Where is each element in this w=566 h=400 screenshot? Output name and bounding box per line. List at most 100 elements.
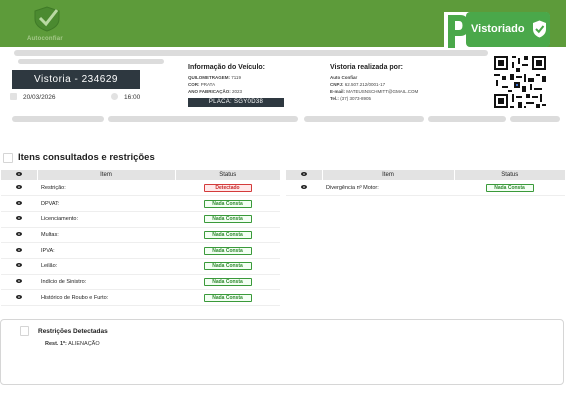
status-cell: Nada Consta (175, 258, 280, 275)
status-cell: Nada Consta (175, 289, 280, 306)
eye-icon[interactable] (16, 184, 22, 189)
decor-stripe (14, 50, 488, 56)
view-cell (1, 211, 37, 228)
item-cell: Multas: (37, 227, 175, 244)
restriction-line: Rest. 1º: ALIENAÇÃO (45, 341, 100, 347)
table-row: Restrição: Detectado (1, 180, 280, 197)
table-row: Licenciamento: Nada Consta (1, 211, 280, 228)
restrictions-panel: Restrições Detectadas Rest. 1º: ALIENAÇÃ… (0, 319, 564, 385)
status-badge: Nada Consta (203, 262, 252, 271)
badge-label: Vistoriado (471, 23, 525, 35)
item-cell: Indício de Sinistro: (37, 274, 175, 291)
status-badge: Nada Consta (203, 230, 252, 239)
vehicle-year: ANO FABRICAÇÃO: 2023 (188, 89, 243, 94)
view-cell (1, 242, 37, 259)
eye-header (1, 170, 37, 180)
table-header-row: Item Status (286, 170, 565, 180)
status-badge: Nada Consta (203, 277, 252, 286)
items-table-right: Item Status Divergência nº Motor: Nada Co… (286, 170, 565, 197)
vistoria-time-row: 16:00 (111, 93, 140, 101)
qr-code[interactable] (492, 54, 548, 110)
shield-check-icon (533, 20, 546, 38)
header-bar: Autoconfiar Vistoriado (0, 0, 566, 50)
view-cell (1, 258, 37, 275)
vistoria-title: Vistoria - 234629 (12, 70, 140, 89)
eye-header (286, 170, 322, 180)
status-badge: Nada Consta (485, 183, 534, 192)
status-badge: Nada Consta (203, 293, 252, 302)
table-row: IPVA: Nada Consta (1, 242, 280, 259)
inspector-company: Auto Confiar (330, 75, 358, 80)
item-cell: Divergência nº Motor: (322, 180, 454, 197)
eye-icon[interactable] (16, 216, 22, 221)
decor-stripe (428, 116, 506, 122)
view-cell (1, 227, 37, 244)
eye-icon[interactable] (16, 247, 22, 252)
vistoria-date-row: 20/03/2026 (10, 93, 56, 101)
clipboard-icon (20, 326, 29, 336)
eye-icon[interactable] (16, 294, 22, 299)
status-cell: Nada Consta (175, 227, 280, 244)
plate-badge: PLACA: SGY0D38 (188, 98, 284, 107)
calendar-icon (10, 93, 17, 100)
vistoria-time: 16:00 (124, 94, 141, 101)
vehicle-km: QUILOMETRAGEM: 7119 (188, 75, 241, 80)
company-logo: Autoconfiar (27, 6, 71, 44)
shield-check-logo-icon (34, 6, 60, 32)
table-row: Indício de Sinistro: Nada Consta (1, 274, 280, 291)
inspector-phone: Tel.: (37) 3073-8905 (330, 96, 371, 101)
view-cell (1, 289, 37, 306)
vistoria-date: 20/03/2026 (23, 94, 56, 101)
decor-stripe (304, 116, 424, 122)
status-badge: Detectado (203, 183, 252, 192)
status-cell: Nada Consta (175, 242, 280, 259)
status-badge: Nada Consta (203, 199, 252, 208)
table-row: Leilão: Nada Consta (1, 258, 280, 275)
restrictions-title: Restrições Detectadas (38, 328, 108, 335)
section-title: Itens consultados e restrições (18, 152, 155, 163)
item-cell: Histórico de Roubo e Furto: (37, 289, 175, 306)
item-cell: Licenciamento: (37, 211, 175, 228)
clipboard-icon (3, 153, 13, 163)
table-row: DPVAT: Nada Consta (1, 195, 280, 212)
badge-inner: Vistoriado (466, 12, 550, 47)
decor-stripe (510, 116, 560, 122)
table-row: Divergência nº Motor: Nada Consta (286, 180, 565, 197)
logo-text: Autoconfiar (27, 36, 63, 42)
eye-icon[interactable] (16, 200, 22, 205)
eye-icon[interactable] (301, 184, 307, 189)
status-cell: Detectado (175, 180, 280, 197)
inspector-email: E-mail: MATEUSNSCHMITT@GMAIL.COM (330, 89, 419, 94)
decor-stripe (18, 59, 164, 64)
item-cell: IPVA: (37, 242, 175, 259)
view-cell (1, 195, 37, 212)
status-cell: Nada Consta (175, 211, 280, 228)
status-header: Status (175, 170, 280, 180)
item-header: Item (36, 170, 176, 180)
table-header-row: Item Status (1, 170, 280, 180)
view-cell (1, 274, 37, 291)
view-cell (1, 180, 37, 197)
vistoriado-badge: Vistoriado (444, 12, 550, 50)
eye-icon (300, 172, 307, 176)
decor-stripe (12, 116, 104, 122)
table-row: Histórico de Roubo e Furto: Nada Consta (1, 289, 280, 306)
items-table-left: Item Status Restrição: Detectado DPVAT: Nad… (1, 170, 280, 306)
view-cell (286, 180, 322, 197)
status-cell: Nada Consta (454, 180, 565, 197)
item-cell: Restrição: (37, 180, 175, 197)
eye-icon[interactable] (16, 231, 22, 236)
vehicle-info-title: Informação do Veículo: (188, 64, 266, 71)
table-row: Multas: Nada Consta (1, 227, 280, 244)
status-badge: Nada Consta (203, 246, 252, 255)
eye-icon[interactable] (16, 278, 22, 283)
item-cell: DPVAT: (37, 195, 175, 212)
status-cell: Nada Consta (175, 274, 280, 291)
decor-stripe (108, 116, 298, 122)
inspector-cnpj: CNPJ: 62.507.212/0001-17 (330, 82, 386, 87)
item-header: Item (321, 170, 455, 180)
eye-icon[interactable] (16, 263, 22, 268)
eye-icon (15, 172, 22, 176)
clock-icon (111, 93, 118, 100)
item-cell: Leilão: (37, 258, 175, 275)
